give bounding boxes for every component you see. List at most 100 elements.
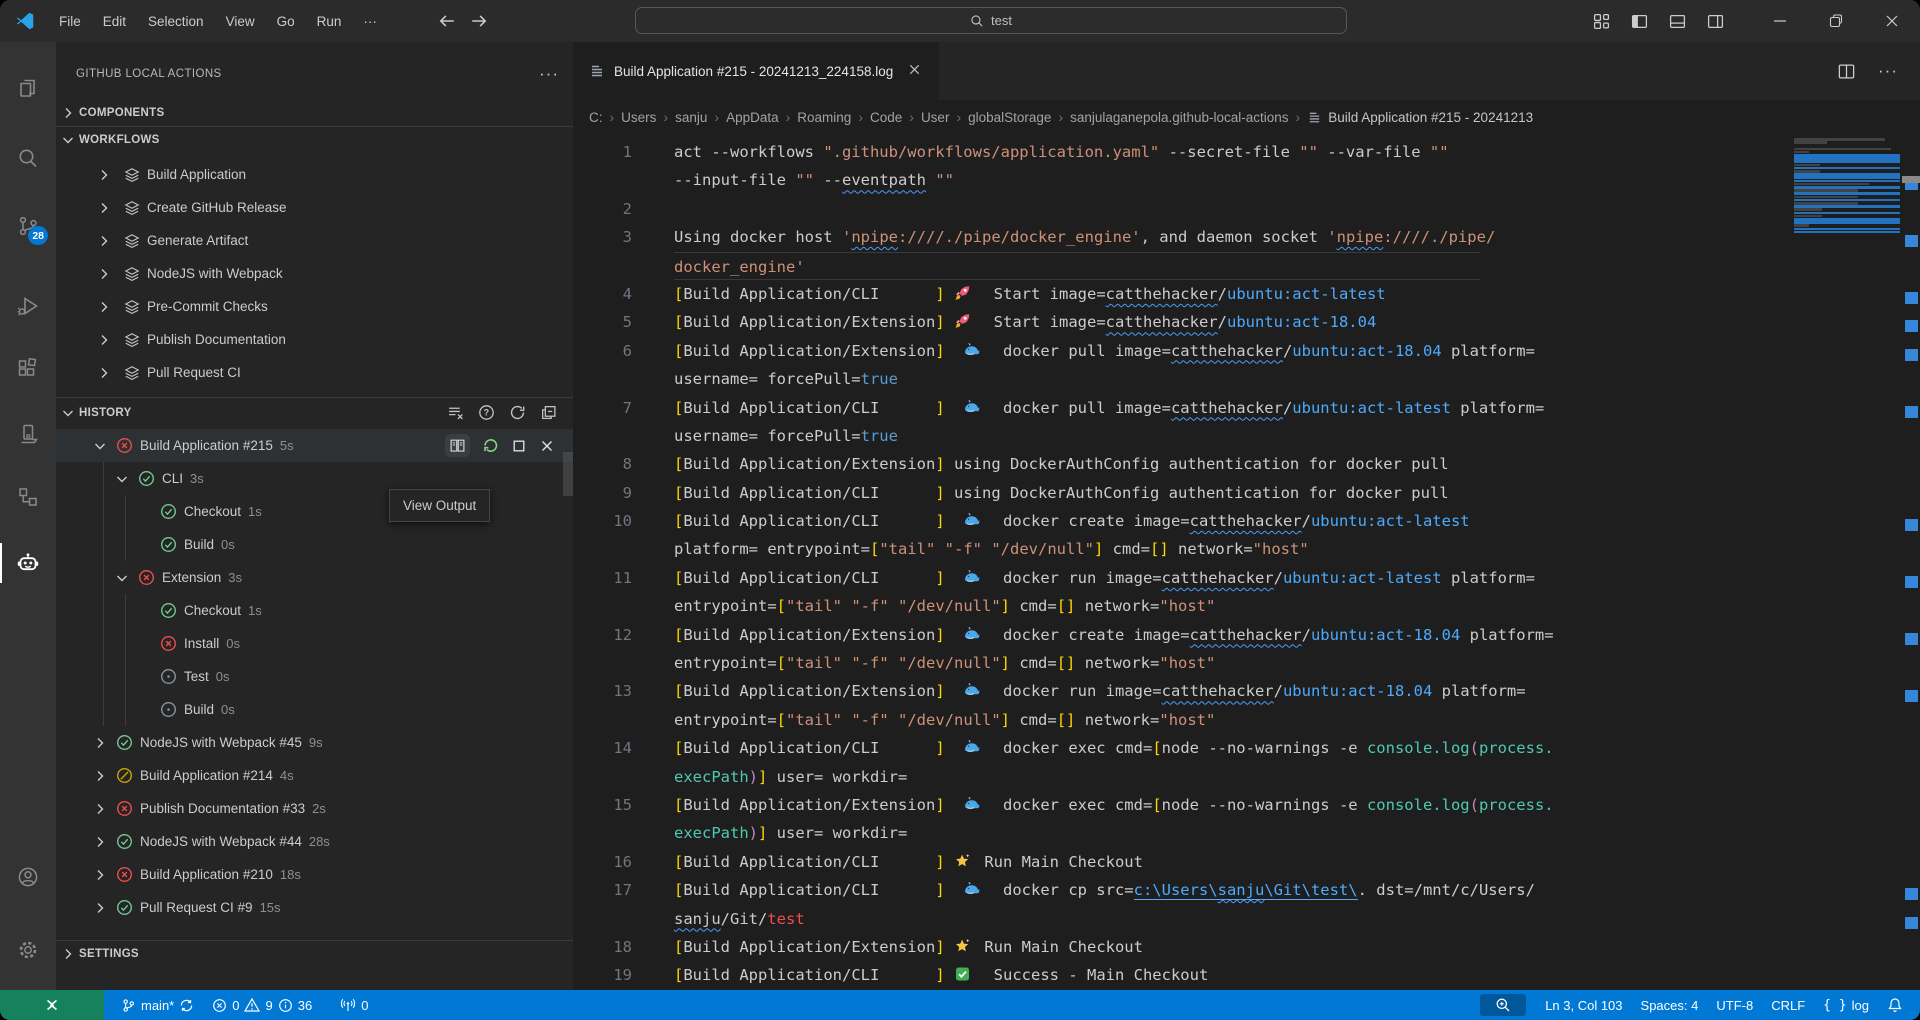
cursor-position[interactable]: Ln 3, Col 103 [1536,990,1631,1020]
code-line[interactable]: 15[Build Application/Extension] docker e… [573,791,1790,819]
history-item[interactable]: NodeJS with Webpack #459s [56,726,573,759]
code-line[interactable]: platform= entrypoint=["tail" "-f" "/dev/… [573,535,1790,563]
remove-button[interactable] [539,438,555,454]
search-view-icon[interactable] [16,146,40,170]
split-editor-icon[interactable] [1837,62,1856,81]
help-icon[interactable]: ? [478,404,495,421]
extensions-icon[interactable] [16,356,40,380]
history-item[interactable]: Build Application #2144s [56,759,573,792]
history-item[interactable]: Build0s [56,693,573,726]
breadcrumb-item[interactable]: Roaming [797,110,851,125]
code-line[interactable]: execPath)] user= workdir= [573,763,1790,791]
indentation[interactable]: Spaces: 4 [1632,990,1708,1020]
run-debug-icon[interactable] [16,294,40,318]
tab-log-file[interactable]: Build Application #215 - 20241213_224158… [573,42,939,100]
code-line[interactable]: 12[Build Application/Extension] docker c… [573,621,1790,649]
history-item[interactable]: Build0s [56,528,573,561]
code-line[interactable]: username= forcePull=true [573,365,1790,393]
editor-more-actions[interactable]: ··· [1878,61,1898,81]
menu-file[interactable]: File [50,10,90,33]
history-item[interactable]: Checkout1s [56,594,573,627]
eol-sequence[interactable]: CRLF [1762,990,1814,1020]
code-line[interactable]: entrypoint=["tail" "-f" "/dev/null"] cmd… [573,706,1790,734]
code-line[interactable]: execPath)] user= workdir= [573,819,1790,847]
code-line[interactable]: 18[Build Application/Extension] Run Main… [573,933,1790,961]
customize-layout-icon[interactable] [1593,13,1610,30]
settings-gear-icon[interactable] [16,938,40,962]
breadcrumb-item[interactable]: User [921,110,950,125]
code-line[interactable]: sanju/Git/test [573,905,1790,933]
code-line[interactable]: docker_engine' [573,252,1790,280]
section-workflows[interactable]: WORKFLOWS [56,126,573,152]
history-item[interactable]: Test0s [56,660,573,693]
code-line[interactable]: 5[Build Application/Extension] Start ima… [573,308,1790,336]
workflow-item[interactable]: Pre-Commit Checks [56,290,573,323]
code-line[interactable]: 17[Build Application/CLI ] docker cp src… [573,876,1790,904]
history-item[interactable]: Build Application #21018s [56,858,573,891]
encoding[interactable]: UTF-8 [1707,990,1762,1020]
breadcrumb-item[interactable]: C: [589,110,603,125]
toggle-primary-sidebar-icon[interactable] [1631,13,1648,30]
code-line[interactable]: 3Using docker host 'npipe:////./pipe/doc… [573,223,1790,251]
breadcrumb-item[interactable]: Code [870,110,902,125]
code-line[interactable]: entrypoint=["tail" "-f" "/dev/null"] cmd… [573,592,1790,620]
breadcrumb-file[interactable]: Build Application #215 - 20241213 [1328,110,1533,125]
remote-indicator[interactable] [0,990,104,1020]
code-line[interactable]: 13[Build Application/Extension] docker r… [573,677,1790,705]
notifications-bell[interactable] [1878,990,1912,1020]
section-history[interactable]: HISTORY ? [56,397,573,427]
forward-arrow-icon[interactable] [470,12,488,30]
sidebar-more-actions[interactable]: ··· [539,64,559,84]
github-local-actions-icon[interactable] [16,551,40,575]
menu-edit[interactable]: Edit [94,10,135,33]
history-item[interactable]: Checkout1s [56,495,573,528]
history-item[interactable]: Extension3s [56,561,573,594]
menu-go[interactable]: Go [268,10,304,33]
code-line[interactable]: 9[Build Application/CLI ] using DockerAu… [573,479,1790,507]
code-line[interactable]: 10[Build Application/CLI ] docker create… [573,507,1790,535]
menu-selection[interactable]: Selection [139,10,213,33]
explorer-icon[interactable] [16,76,40,100]
breadcrumb-item[interactable]: sanju [675,110,707,125]
hierarchy-view-icon[interactable] [16,485,40,509]
toggle-panel-icon[interactable] [1669,13,1686,30]
menu-view[interactable]: View [217,10,264,33]
section-components[interactable]: COMPONENTS [56,100,573,126]
accounts-icon[interactable] [16,865,40,889]
quick-search-indicator[interactable] [1480,994,1526,1016]
code-line[interactable]: --input-file "" --eventpath "" [573,166,1790,194]
code-line[interactable]: 7[Build Application/CLI ] docker pull im… [573,394,1790,422]
workflow-item[interactable]: Create GitHub Release [56,191,573,224]
toggle-secondary-sidebar-icon[interactable] [1707,13,1724,30]
workflow-item[interactable]: Publish Documentation [56,323,573,356]
breadcrumb-item[interactable]: AppData [726,110,779,125]
workflow-item[interactable]: Pull Request CI [56,356,573,389]
editor-scrollbar[interactable] [1902,42,1920,990]
workflow-item[interactable]: Generate Artifact [56,224,573,257]
language-mode[interactable]: { } log [1814,990,1878,1020]
code-line[interactable]: 4[Build Application/CLI ] Start image=ca… [573,280,1790,308]
breadcrumb-item[interactable]: Users [621,110,656,125]
code-line[interactable]: 19[Build Application/CLI ] Success - Mai… [573,961,1790,989]
branch-indicator[interactable]: main* [112,990,203,1020]
code-line[interactable]: 16[Build Application/CLI ] Run Main Chec… [573,848,1790,876]
code-line[interactable]: entrypoint=["tail" "-f" "/dev/null"] cmd… [573,649,1790,677]
workflow-item[interactable]: Build Application [56,158,573,191]
view-output-button[interactable] [445,434,470,457]
history-item[interactable]: Build Application #2155s [56,429,573,462]
code-line[interactable]: 14[Build Application/CLI ] docker exec c… [573,734,1790,762]
collapse-all-icon[interactable] [540,404,557,421]
problems-indicator[interactable]: 0 9 36 [203,990,321,1020]
remote-explorer-icon[interactable] [16,422,40,446]
history-item[interactable]: NodeJS with Webpack #4428s [56,825,573,858]
tab-close-icon[interactable] [908,63,921,79]
clear-history-icon[interactable] [447,404,464,421]
back-arrow-icon[interactable] [438,12,456,30]
restore-button[interactable] [1808,0,1864,42]
stop-button[interactable] [511,438,527,454]
workflow-item[interactable]: NodeJS with Webpack [56,257,573,290]
refresh-icon[interactable] [509,404,526,421]
menu-more[interactable]: ··· [354,10,386,33]
source-control-icon[interactable]: 28 [16,214,40,238]
code-line[interactable]: 6[Build Application/Extension] docker pu… [573,337,1790,365]
